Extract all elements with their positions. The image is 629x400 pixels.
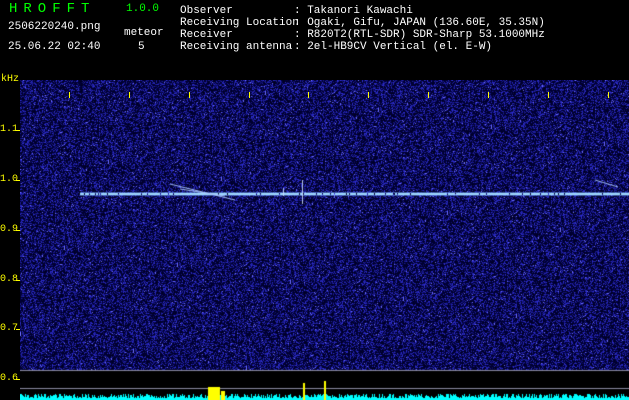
time-tick-mark	[308, 92, 309, 98]
spectrogram-panel	[20, 80, 629, 400]
time-tick-mark	[189, 92, 190, 98]
info-label-location: Receiving Location	[180, 17, 299, 29]
time-tick-mark	[548, 92, 549, 98]
info-value-antenna: : 2el-HB9CV Vertical (el. E-W)	[294, 41, 493, 53]
time-tick-mark	[249, 92, 250, 98]
time-tick-mark	[368, 92, 369, 98]
info-value-location: : Ogaki, Gifu, JAPAN (136.60E, 35.35N)	[294, 17, 545, 29]
freq-unit-label: kHz	[1, 74, 20, 85]
time-tick-mark	[428, 92, 429, 98]
time-tick-mark	[69, 92, 70, 98]
time-tick-mark	[608, 92, 609, 98]
info-label-observer: Observer	[180, 5, 233, 17]
spectrogram-canvas	[20, 80, 629, 400]
info-label-receiver: Receiver	[180, 29, 233, 41]
app-logo: HROFFT	[9, 1, 96, 17]
info-value-observer: : Takanori Kawachi	[294, 5, 413, 17]
info-value-receiver: : R820T2(RTL-SDR) SDR-Sharp 53.1000MHz	[294, 29, 545, 41]
datetime: 25.06.22 02:40	[8, 41, 101, 53]
time-tick-mark	[488, 92, 489, 98]
time-tick-mark	[129, 92, 130, 98]
info-label-antenna: Receiving antenna	[180, 41, 293, 53]
meteor-label: meteor	[124, 27, 164, 39]
hrofft-window: HROFFT 1.0.0 2506220240.png meteor 25.06…	[0, 0, 629, 400]
filename: 2506220240.png	[8, 21, 101, 33]
app-version: 1.0.0	[126, 3, 160, 15]
meteor-count: 5	[138, 41, 145, 53]
